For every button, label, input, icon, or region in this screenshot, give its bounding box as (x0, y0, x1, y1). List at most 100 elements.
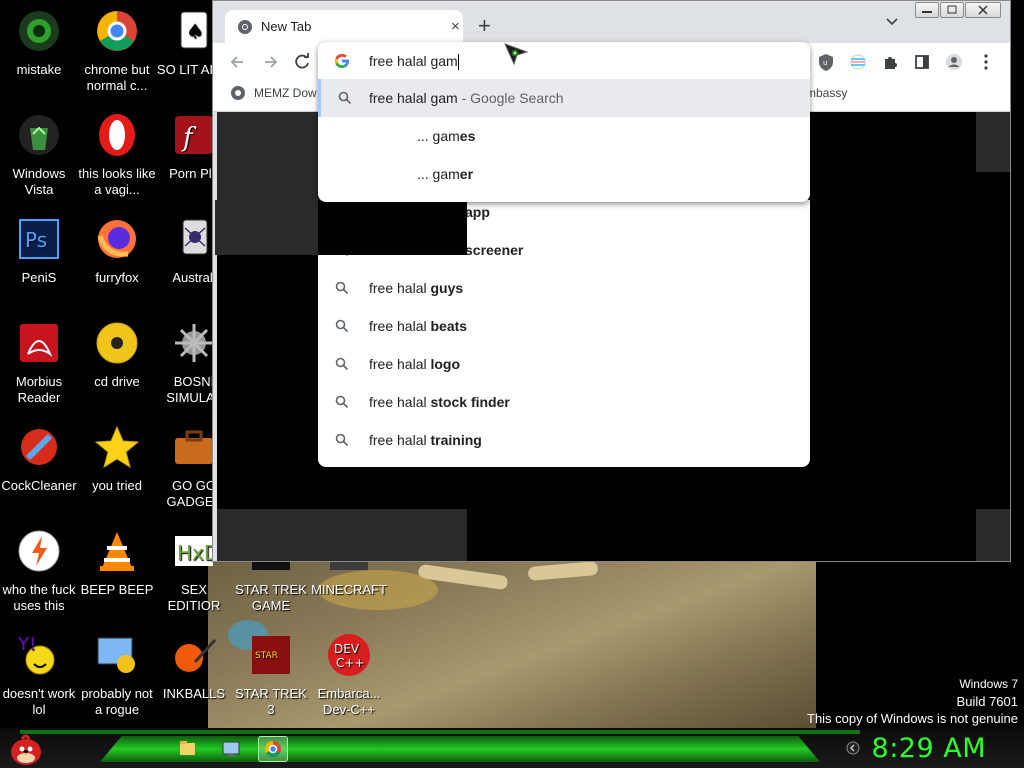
suggestion-prefix: free halal (369, 394, 431, 410)
watermark-line-1: Windows 7 (959, 677, 1018, 691)
chevron-down-icon[interactable] (885, 15, 899, 29)
svg-text:Y!: Y! (17, 634, 36, 655)
cd-icon (96, 322, 138, 364)
desktop-icon-label: chrome but normal c... (84, 62, 150, 93)
close-tab-icon[interactable]: × (451, 18, 460, 35)
suggestion-prefix: free halal (369, 432, 431, 448)
watermark-line-3: This copy of Windows is not genuine (807, 711, 1018, 726)
suggestion-prefix: ... gam (417, 166, 460, 182)
recycle-bin-icon (19, 115, 59, 155)
extension-flag-icon[interactable] (847, 51, 869, 73)
desktop-icon-label: Morbius Reader (15, 374, 63, 405)
omnibox-selected-suffix: - Google Search (457, 90, 564, 106)
solitaire-icon: ♠ (180, 11, 208, 49)
taskbar (0, 728, 1024, 768)
desktop-icon-label: PeniS (21, 270, 57, 285)
desktop-icon-label: cd drive (94, 374, 140, 389)
desktop-icon[interactable]: chrome but normal c... (78, 8, 156, 94)
chrome-icon (264, 740, 281, 758)
tab-title: New Tab (261, 19, 312, 34)
taskbar-desktop-button[interactable] (216, 736, 246, 762)
desktop-icon[interactable]: INKBALLS (155, 632, 233, 702)
search-icon (335, 281, 349, 295)
suggestion-prefix: free halal (369, 356, 431, 372)
taskbar-explorer-button[interactable] (172, 736, 202, 762)
suggestion-prefix: free halal (369, 318, 431, 334)
folder-icon (180, 741, 195, 755)
desktop-icon[interactable]: furryfox (78, 216, 156, 286)
ublock-icon[interactable]: u (815, 51, 837, 73)
desktop-icon[interactable]: Y! doesn't work lol (0, 632, 78, 718)
taskbar-chrome-button[interactable] (258, 736, 288, 762)
maximize-button[interactable] (940, 2, 964, 18)
search-icon (338, 91, 352, 105)
svg-text:♠: ♠ (186, 19, 204, 43)
minimize-button[interactable] (915, 2, 939, 18)
desktop-icon-label: CockCleaner (1, 478, 77, 493)
start-button[interactable] (6, 730, 46, 768)
acrobat-icon (20, 324, 58, 362)
desktop-icon[interactable]: who the fuck uses this (0, 528, 78, 614)
bookmark-memz[interactable]: MEMZ Dow (254, 86, 317, 100)
search-suggestion[interactable]: free halal training (318, 421, 810, 459)
desktop-icon-label: SEX EDITIOR (167, 582, 221, 613)
desktop-icon[interactable]: BEEP BEEP (78, 528, 156, 598)
angry-bird-icon (11, 734, 41, 765)
new-tab-button[interactable]: + (478, 13, 491, 39)
omnibox-suggestion[interactable]: ... games (318, 117, 810, 155)
suggestion-completion: logo (430, 356, 461, 372)
desktop-icon-label: Windows Vista (12, 166, 66, 197)
desktop-icon[interactable]: mistake (0, 8, 78, 78)
suggestion-completion: stock finder (430, 394, 510, 410)
desktop-icon[interactable]: Ps PeniS (0, 216, 78, 286)
desktop-icon[interactable]: DEV C++ Embarca... Dev-C++ (310, 632, 388, 718)
desktop-icon-label: Embarca... Dev-C++ (317, 686, 381, 717)
desktop-icon[interactable]: probably not a rogue (78, 632, 156, 718)
extensions-puzzle-icon[interactable] (879, 51, 901, 73)
search-suggestion[interactable]: free halal logo (318, 345, 810, 383)
forward-arrow-icon[interactable] (259, 51, 281, 73)
omnibox-value: free halal gam (369, 53, 458, 69)
desktop-icon[interactable]: Morbius Reader (0, 320, 78, 406)
side-panel-icon[interactable] (911, 51, 933, 73)
flash-icon: f (175, 116, 213, 154)
desktop-icon[interactable]: this looks like a vagi... (78, 112, 156, 198)
svg-text:Ps: Ps (25, 228, 47, 252)
tab-new-tab[interactable]: New Tab × (225, 10, 463, 44)
omnibox-suggestion[interactable]: ... gamer (318, 155, 810, 193)
omnibox-input[interactable]: free halal gam (369, 53, 459, 71)
close-window-button[interactable] (965, 2, 1001, 18)
desktop-icon[interactable]: you tried (78, 424, 156, 494)
search-icon (335, 395, 349, 409)
desktop-icon[interactable]: Windows Vista (0, 112, 78, 198)
tray-arrow-icon[interactable] (846, 741, 860, 755)
svg-text:u: u (823, 59, 827, 67)
vlc-icon (100, 532, 134, 571)
back-arrow-icon[interactable] (227, 51, 249, 73)
chrome-icon (97, 11, 137, 51)
search-icon (335, 319, 349, 333)
search-icon (335, 357, 349, 371)
green-mask-icon (19, 11, 59, 51)
taskbar-clock[interactable]: 8:29 AM (872, 733, 986, 764)
profile-avatar-icon[interactable] (943, 51, 965, 73)
firefox-icon (97, 220, 136, 258)
kebab-menu-icon[interactable] (975, 51, 997, 73)
search-icon (335, 433, 349, 447)
suggestion-prefix: ... gam (417, 128, 460, 144)
chrome-favicon-icon (238, 20, 252, 34)
suggestion-completion: es (459, 128, 476, 144)
search-suggestion[interactable]: free halal stock finder (318, 383, 810, 421)
search-suggestion[interactable]: free halal beats (318, 307, 810, 345)
inkball-icon (175, 638, 217, 672)
desktop-icon[interactable]: STAR STAR TREK 3 (232, 632, 310, 718)
desktop-icon-label: INKBALLS (162, 686, 226, 701)
bookmark-embassy[interactable]: mbassy (806, 86, 847, 100)
desktop-icon[interactable]: CockCleaner (0, 424, 78, 494)
reload-icon[interactable] (291, 51, 313, 73)
windows-watermark: Windows 7 Build 7601 This copy of Window… (807, 676, 1018, 727)
search-suggestion[interactable]: free halal guys (318, 269, 810, 307)
desktop-icon-label: probably not a rogue (81, 686, 153, 717)
omnibox-suggestion-selected[interactable]: free halal gam - Google Search (318, 79, 810, 117)
desktop-icon[interactable]: cd drive (78, 320, 156, 390)
